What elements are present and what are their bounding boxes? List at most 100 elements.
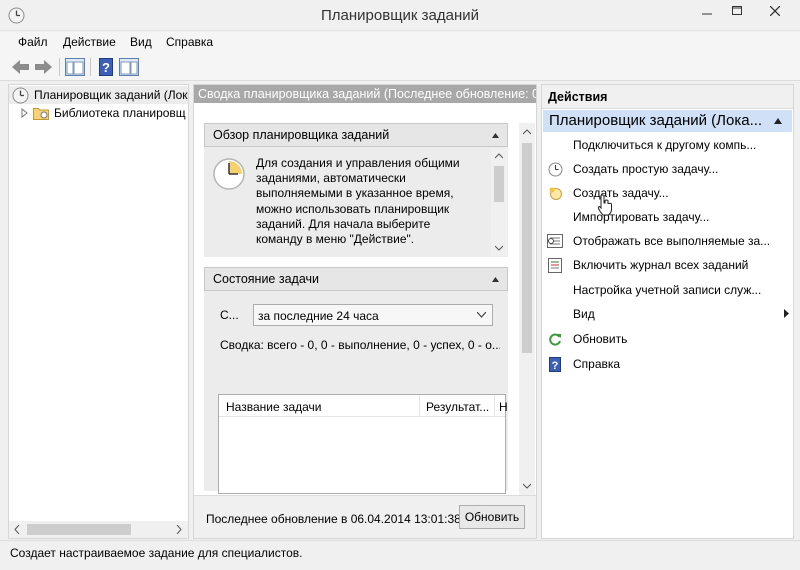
column-next[interactable]: Н — [499, 400, 508, 414]
column-task-name[interactable]: Название задачи — [226, 400, 322, 414]
running-tasks-icon-wrap — [547, 233, 563, 249]
task-status-section-header[interactable]: Состояние задачи — [204, 267, 508, 291]
scroll-left-icon[interactable] — [14, 525, 20, 534]
back-button[interactable] — [10, 57, 32, 77]
task-status-title: Состояние задачи — [213, 272, 319, 286]
title-bar: Планировщик заданий — [0, 0, 800, 31]
expand-arrow-icon[interactable] — [21, 108, 29, 118]
column-divider[interactable] — [419, 395, 420, 416]
summary-scrollbar[interactable] — [519, 123, 535, 495]
task-table-header: Название задачи Результат... Н — [219, 395, 508, 417]
action-service-account[interactable]: Настройка учетной записи служ... — [547, 279, 787, 301]
horizontal-scrollbar[interactable] — [9, 521, 188, 538]
overview-body: Для создания и управления общими задания… — [204, 147, 508, 257]
tree-root-item[interactable]: Планировщик заданий (Лока — [9, 86, 188, 104]
forward-arrow-icon — [35, 60, 52, 74]
scroll-down-icon[interactable] — [495, 245, 503, 251]
action-connect[interactable]: Подключиться к другому компь... — [547, 134, 787, 156]
refresh-icon-wrap — [547, 331, 563, 347]
filter-label: С... — [220, 308, 239, 322]
show-hide-tree-button[interactable] — [64, 57, 86, 77]
tree-library-label: Библиотека планировщ — [54, 106, 186, 120]
summary-pane: Сводка планировщика заданий (Последнее о… — [193, 84, 537, 539]
action-pane-icon — [119, 58, 139, 76]
journal-icon-wrap — [547, 257, 563, 273]
maximize-button[interactable] — [722, 0, 752, 22]
new-task-icon — [549, 187, 562, 200]
action-label: Включить журнал всех заданий — [573, 258, 749, 272]
action-show-running-tasks[interactable]: Отображать все выполняемые за... — [547, 230, 787, 252]
scrollbar-thumb[interactable] — [494, 166, 504, 202]
status-bar: Создает настраиваемое задание для специа… — [0, 540, 800, 570]
clock-large-icon — [213, 158, 245, 190]
scrollbar-thumb[interactable] — [522, 143, 532, 353]
clock-icon — [12, 87, 29, 103]
overview-section-header[interactable]: Обзор планировщика заданий — [204, 123, 508, 147]
refresh-icon — [549, 333, 561, 346]
action-label: Справка — [573, 357, 621, 371]
blank-icon — [547, 209, 563, 225]
actions-pane: Действия Планировщик заданий (Лока... По… — [541, 84, 794, 539]
tree-library-item[interactable]: Библиотека планировщ — [9, 104, 188, 122]
action-label: Вид — [573, 307, 595, 321]
menu-bar: Файл Действие Вид Справка — [0, 32, 800, 53]
refresh-button[interactable]: Обновить — [459, 505, 525, 529]
svg-text:?: ? — [552, 360, 559, 372]
action-refresh[interactable]: Обновить — [547, 328, 787, 350]
overview-scrollbar[interactable] — [491, 148, 507, 256]
minimize-icon — [702, 13, 712, 15]
toolbar: ? — [0, 53, 800, 81]
action-create-task[interactable]: Создать задачу... — [547, 182, 787, 204]
new-task-icon-wrap — [547, 185, 563, 201]
scroll-up-icon[interactable] — [523, 129, 531, 135]
overview-title: Обзор планировщика заданий — [213, 128, 390, 142]
action-import-task[interactable]: Импортировать задачу... — [547, 206, 787, 228]
action-create-basic-task[interactable]: Создать простую задачу... — [547, 158, 787, 180]
folder-icon — [33, 108, 49, 120]
menu-file[interactable]: Файл — [18, 35, 48, 49]
journal-icon — [548, 257, 562, 273]
window-title: Планировщик заданий — [321, 7, 479, 24]
summary-header: Сводка планировщика заданий (Последнее о… — [194, 85, 536, 103]
column-result[interactable]: Результат... — [426, 400, 489, 414]
blank-icon — [547, 306, 563, 322]
status-text: Создает настраиваемое задание для специа… — [10, 546, 303, 560]
action-enable-history[interactable]: Включить журнал всех заданий — [547, 254, 787, 276]
tree-root-label: Планировщик заданий (Лока — [34, 88, 188, 102]
action-help[interactable]: ? Справка — [547, 353, 787, 375]
scroll-up-icon[interactable] — [495, 153, 503, 159]
scroll-right-icon[interactable] — [176, 525, 182, 534]
actions-header: Действия — [542, 85, 793, 109]
collapse-icon[interactable] — [492, 277, 499, 282]
period-select[interactable]: за последние 24 часа — [253, 304, 493, 326]
column-divider[interactable] — [494, 395, 495, 416]
menu-action[interactable]: Действие — [63, 35, 116, 49]
collapse-icon[interactable] — [774, 118, 782, 124]
actions-group-title: Планировщик заданий (Лока... — [549, 112, 763, 129]
action-label: Обновить — [573, 332, 628, 346]
action-label: Создать простую задачу... — [573, 162, 719, 176]
scroll-down-icon[interactable] — [523, 483, 531, 489]
actions-group-header[interactable]: Планировщик заданий (Лока... — [543, 110, 792, 132]
scrollbar-thumb[interactable] — [27, 524, 131, 535]
running-tasks-icon — [547, 234, 563, 248]
collapse-icon[interactable] — [492, 133, 499, 138]
blank-icon — [547, 282, 563, 298]
overview-text: Для создания и управления общими задания… — [256, 156, 460, 247]
menu-help[interactable]: Справка — [166, 35, 213, 49]
close-button[interactable] — [752, 0, 798, 22]
minimize-button[interactable] — [692, 0, 722, 22]
help-button[interactable]: ? — [95, 57, 117, 77]
menu-view[interactable]: Вид — [130, 35, 152, 49]
action-label: Импортировать задачу... — [573, 210, 710, 224]
help-icon-wrap: ? — [547, 356, 563, 372]
action-label: Создать задачу... — [573, 186, 669, 200]
help-icon: ? — [549, 356, 561, 372]
toolbar-divider — [59, 58, 60, 76]
show-hide-action-pane-button[interactable] — [118, 57, 140, 77]
close-icon — [770, 6, 780, 16]
action-view[interactable]: Вид — [547, 303, 789, 325]
action-label: Отображать все выполняемые за... — [573, 234, 771, 248]
toolbar-divider — [90, 58, 91, 76]
forward-button[interactable] — [33, 57, 55, 77]
